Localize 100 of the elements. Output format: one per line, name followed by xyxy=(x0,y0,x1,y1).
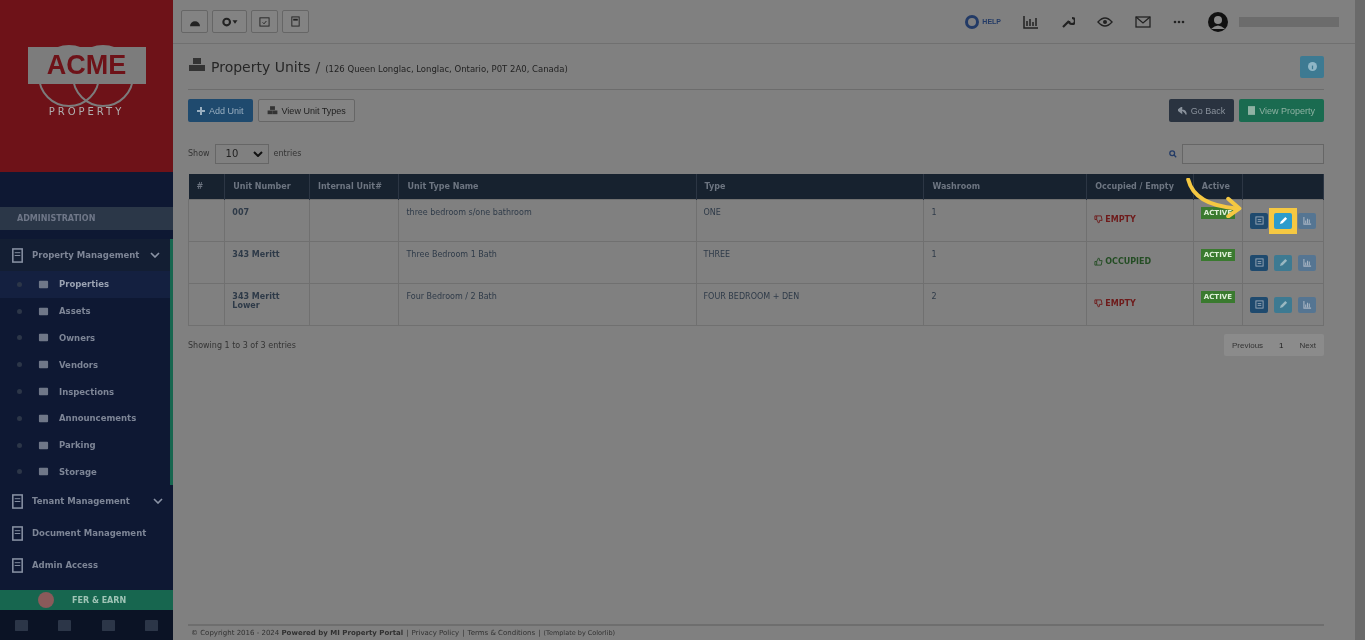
table-cell: ONE xyxy=(696,199,924,242)
column-header[interactable]: Type xyxy=(696,174,924,200)
next-button[interactable]: Next xyxy=(1291,334,1324,356)
menu-item[interactable]: Parking xyxy=(0,431,170,459)
table-cell: Four Bedroom / 2 Bath xyxy=(399,283,696,326)
menu-item[interactable]: Assets xyxy=(0,297,170,325)
menu-group[interactable]: Admin Access xyxy=(0,549,173,582)
table-cell: 007 xyxy=(224,199,310,242)
breadcrumb-separator: / xyxy=(315,59,321,75)
go-back-button[interactable]: Go Back xyxy=(1168,99,1235,122)
menu-icon xyxy=(38,305,49,317)
details-button[interactable] xyxy=(1250,254,1268,271)
pencil-icon xyxy=(1278,300,1288,309)
column-header[interactable]: Unit Number xyxy=(224,174,310,200)
menu-group[interactable]: Document Management xyxy=(0,517,173,550)
cubes-icon xyxy=(266,106,278,115)
footer-icon[interactable] xyxy=(14,618,30,632)
pencil-icon xyxy=(1278,258,1288,267)
footer-icon[interactable] xyxy=(57,618,73,632)
column-header[interactable]: # xyxy=(188,174,225,200)
previous-button[interactable]: Previous xyxy=(1223,334,1272,356)
settings-button[interactable] xyxy=(212,10,247,33)
calendar-button[interactable] xyxy=(251,10,278,33)
list-icon xyxy=(1254,258,1264,267)
lifebuoy-icon xyxy=(965,14,980,29)
status-label: EMPTY xyxy=(1094,299,1136,308)
page-size-select[interactable]: 10 xyxy=(214,143,269,164)
menu-item[interactable]: Storage xyxy=(0,458,170,486)
page-button[interactable]: 1 xyxy=(1271,334,1292,356)
menu-group[interactable]: Property Management xyxy=(0,239,173,271)
menu-item[interactable]: Owners xyxy=(0,324,170,352)
search-field[interactable] xyxy=(1182,143,1324,164)
menu-icon xyxy=(38,412,49,424)
list-icon xyxy=(1254,300,1264,309)
calculator-button[interactable] xyxy=(282,10,309,33)
footer-icon[interactable] xyxy=(100,618,116,632)
search-icon xyxy=(1169,149,1177,158)
section-header: ADMINISTRATION xyxy=(0,207,173,230)
table-cell: three bedroom s/one bathroom xyxy=(399,199,696,242)
details-button[interactable] xyxy=(1250,296,1268,313)
chart-button[interactable] xyxy=(1298,296,1316,313)
refer-banner[interactable]: FER & EARN xyxy=(0,590,173,610)
menu-item[interactable]: Inspections xyxy=(0,378,170,405)
menu-item[interactable]: Announcements xyxy=(0,405,170,432)
mail-icon[interactable] xyxy=(1135,15,1151,28)
table-cell: 343 Meritt xyxy=(224,241,310,284)
chart-icon xyxy=(1302,216,1312,225)
user-avatar-icon[interactable] xyxy=(1207,10,1229,33)
table-cell: 343 Meritt Lower xyxy=(224,283,310,326)
thumb-icon xyxy=(1094,299,1104,308)
column-header[interactable]: Unit Type Name xyxy=(399,174,696,200)
footer-icon[interactable] xyxy=(143,618,159,632)
property-address: (126 Queen Longlac, Longlac, Ontario, P0T 2A0, Canada) xyxy=(325,64,568,74)
avatar-icon xyxy=(38,592,54,608)
column-header[interactable]: Occupied / Empty xyxy=(1086,174,1194,200)
table-cell: 1 xyxy=(923,199,1087,242)
cubes-icon xyxy=(188,58,206,72)
column-header[interactable]: Washroom xyxy=(923,174,1087,200)
entries-info: Showing 1 to 3 of 3 entries xyxy=(188,340,296,350)
calendar-icon xyxy=(259,16,270,27)
chevron-icon xyxy=(150,252,160,258)
table-cell: THREE xyxy=(696,241,924,284)
menu-icon xyxy=(38,386,49,398)
menu-icon xyxy=(38,359,49,371)
info-button[interactable] xyxy=(1300,55,1324,78)
table-cell xyxy=(188,199,225,242)
chart-icon xyxy=(1302,258,1312,267)
thumb-icon xyxy=(1094,215,1104,224)
edit-button[interactable] xyxy=(1274,296,1292,313)
logo-tagline: PROPERTY xyxy=(48,106,125,117)
add-unit-button[interactable]: Add Unit xyxy=(188,99,253,122)
status-label: EMPTY xyxy=(1094,215,1136,224)
menu-group[interactable]: Tenant Management xyxy=(0,485,173,518)
menu-icon xyxy=(10,557,25,573)
edit-button[interactable] xyxy=(1274,254,1292,271)
menu-item[interactable]: Vendors xyxy=(0,351,170,379)
view-unit-types-button[interactable]: View Unit Types xyxy=(257,99,355,122)
menu-icon xyxy=(10,493,25,509)
chart-icon[interactable] xyxy=(1023,14,1039,29)
menu-item[interactable]: Properties xyxy=(0,271,170,298)
more-icon[interactable] xyxy=(1173,19,1185,24)
settings-icon xyxy=(220,16,239,27)
logo-wordmark: ACME xyxy=(27,47,146,84)
status-label: OCCUPIED xyxy=(1094,257,1152,266)
column-header[interactable]: Internal Unit# xyxy=(309,174,399,200)
menu-icon xyxy=(38,466,49,478)
chart-button[interactable] xyxy=(1298,212,1316,229)
entries-label: entries xyxy=(273,149,302,158)
chart-button[interactable] xyxy=(1298,254,1316,271)
eye-icon[interactable] xyxy=(1097,16,1113,27)
edit-button[interactable] xyxy=(1274,212,1292,229)
menu-icon xyxy=(38,278,49,290)
column-header[interactable]: Active xyxy=(1193,174,1243,200)
pencil-icon xyxy=(1278,216,1288,225)
chart-icon xyxy=(1302,300,1312,309)
menu-icon xyxy=(10,525,25,541)
dashboard-button[interactable] xyxy=(181,10,208,33)
details-button[interactable] xyxy=(1250,212,1268,229)
menu-icon xyxy=(38,439,49,451)
view-property-button[interactable]: View Property xyxy=(1239,99,1324,122)
